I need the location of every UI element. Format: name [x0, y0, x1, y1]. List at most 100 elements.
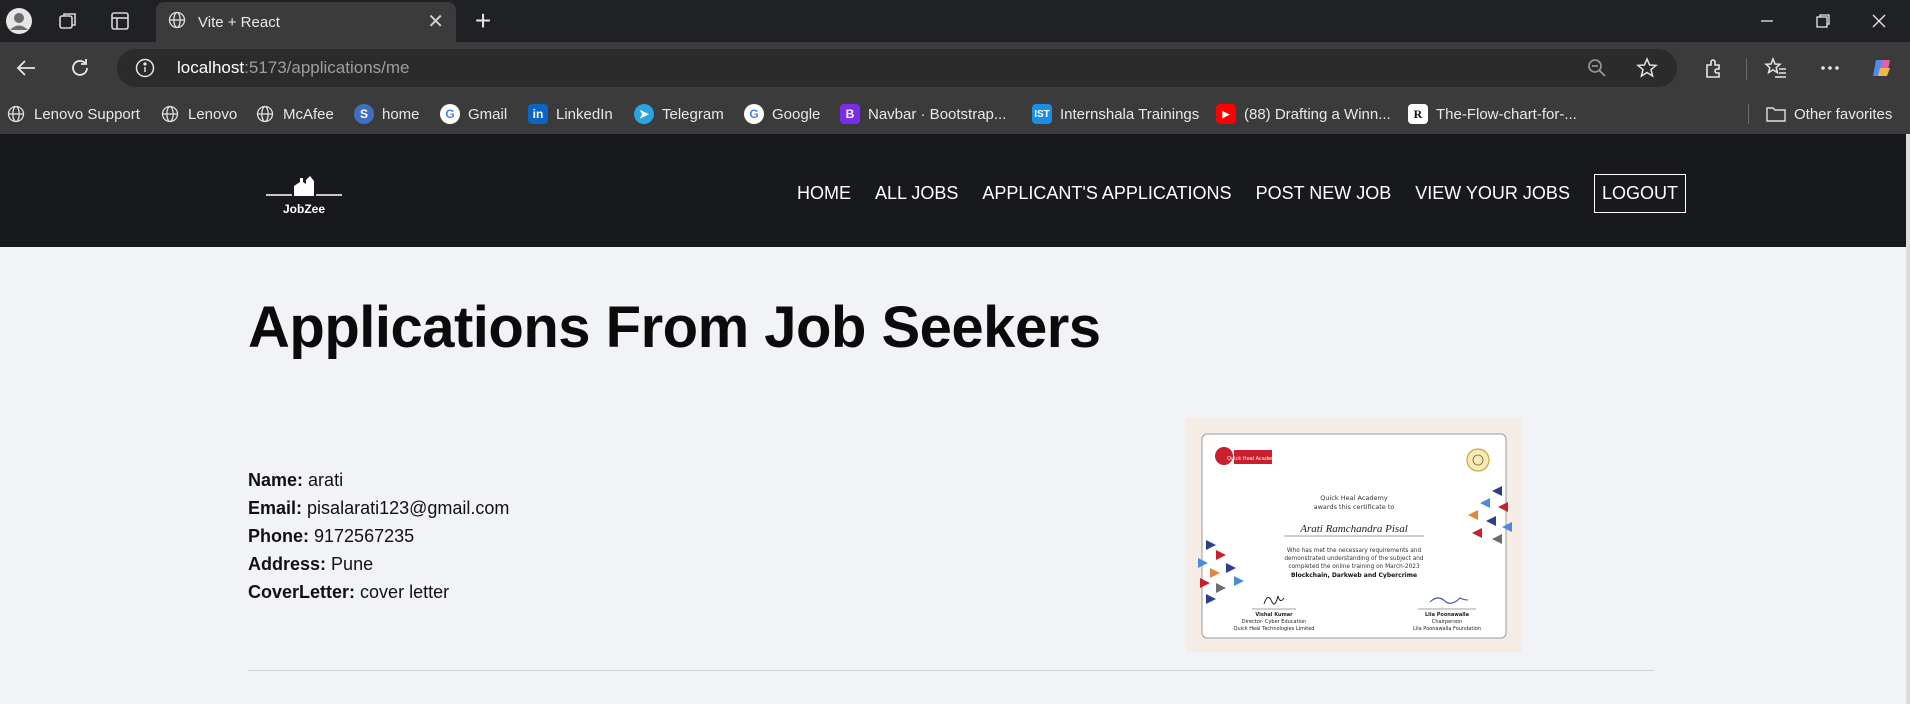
bookmark-bootstrap[interactable]: B Navbar · Bootstrap... [840, 102, 1006, 126]
bookmark-youtube[interactable]: ▶ (88) Drafting a Winn... [1216, 102, 1391, 126]
bookmark-label: The-Flow-chart-for-... [1436, 105, 1577, 123]
zoom-out-icon[interactable] [1585, 56, 1609, 80]
minimize-icon[interactable] [1744, 6, 1790, 36]
linkedin-icon: in [528, 104, 548, 124]
svg-text:Lila Poonawalla Foundation: Lila Poonawalla Foundation [1413, 626, 1481, 632]
svg-text:Quick Heal Academy: Quick Heal Academy [1227, 456, 1279, 462]
browser-tab-bar: Vite + React ✕ + [0, 0, 1910, 42]
close-window-icon[interactable] [1856, 6, 1902, 36]
site-navbar: JobZee HOME ALL JOBS APPLICANT'S APPLICA… [0, 134, 1906, 247]
globe-icon [6, 104, 26, 124]
back-arrow-icon[interactable] [10, 52, 42, 84]
logo-building-icon [266, 176, 342, 196]
applicant-cover-row: CoverLetter: cover letter [248, 578, 509, 606]
svg-text:Lila Poonawalla: Lila Poonawalla [1425, 612, 1469, 618]
bookmark-label: McAfee [283, 105, 334, 123]
bookmark-mcafee[interactable]: McAfee [255, 102, 334, 126]
svg-text:Vishal Kumar: Vishal Kumar [1255, 612, 1293, 618]
bookmark-label: Gmail [468, 105, 508, 123]
resume-image[interactable]: Quick Heal Academy Quick Heal Academy aw… [1186, 418, 1522, 652]
applicant-email: pisalarati123@gmail.com [307, 498, 510, 518]
page-viewport: JobZee HOME ALL JOBS APPLICANT'S APPLICA… [0, 134, 1906, 704]
other-favorites-label: Other favorites [1794, 105, 1893, 123]
cover-letter-label: CoverLetter: [248, 582, 356, 602]
profile-avatar-icon[interactable] [4, 6, 34, 36]
bookmark-label: Lenovo Support [34, 105, 140, 123]
globe-icon [160, 104, 180, 124]
bookmark-label: home [382, 105, 420, 123]
more-options-icon[interactable] [1814, 52, 1846, 84]
favorites-icon[interactable] [1760, 52, 1792, 84]
applicant-name: arati [308, 470, 344, 490]
folder-icon [1766, 104, 1786, 124]
site-info-icon[interactable] [135, 58, 155, 78]
bookmark-internshala[interactable]: IST Internshala Trainings [1032, 102, 1199, 126]
telegram-icon: ➤ [634, 104, 654, 124]
page-scrollbar[interactable] [1906, 134, 1910, 704]
applicant-cover-letter: cover letter [360, 582, 450, 602]
nav-home[interactable]: HOME [797, 183, 851, 204]
url-text[interactable]: localhost:5173/applications/me [177, 58, 410, 78]
svg-text:Director- Cyber Education: Director- Cyber Education [1242, 619, 1306, 625]
bootstrap-icon: B [840, 104, 860, 124]
address-label: Address: [248, 554, 327, 574]
bookmark-label: LinkedIn [556, 105, 613, 123]
main-menu: HOME ALL JOBS APPLICANT'S APPLICATIONS P… [797, 173, 1686, 213]
nav-view-your-jobs[interactable]: VIEW YOUR JOBS [1415, 183, 1570, 204]
bookmark-lenovo-support[interactable]: Lenovo Support [6, 102, 140, 126]
r-logo-icon: R [1408, 104, 1428, 124]
new-tab-icon[interactable]: + [468, 6, 498, 36]
svg-text:Quick Heal Technologies Limite: Quick Heal Technologies Limited [1234, 626, 1315, 632]
reload-icon[interactable] [64, 52, 96, 84]
other-favorites[interactable]: Other favorites [1766, 102, 1892, 126]
bookmark-label: Lenovo [188, 105, 238, 123]
globe-icon [168, 11, 186, 34]
browser-toolbar: localhost:5173/applications/me [0, 42, 1910, 94]
svg-text:Quick Heal Academy: Quick Heal Academy [1320, 494, 1388, 502]
applicant-email-row: Email: pisalarati123@gmail.com [248, 494, 509, 522]
favorite-star-icon[interactable] [1635, 56, 1659, 80]
bookmark-telegram[interactable]: ➤ Telegram [634, 102, 724, 126]
email-label: Email: [248, 498, 303, 518]
svg-text:awards this certificate to: awards this certificate to [1314, 503, 1395, 511]
address-bar[interactable]: localhost:5173/applications/me [117, 49, 1677, 87]
internshala-icon: IST [1032, 104, 1052, 124]
jobzee-logo[interactable]: JobZee [262, 172, 346, 220]
bookmark-label: (88) Drafting a Winn... [1244, 105, 1391, 123]
copilot-icon[interactable] [1866, 52, 1898, 84]
tab-actions-icon[interactable] [105, 6, 135, 36]
bookmark-label: Navbar · Bootstrap... [868, 105, 1007, 123]
applicant-address: Pune [331, 554, 374, 574]
workspaces-icon[interactable] [53, 6, 83, 36]
nav-post-new-job[interactable]: POST NEW JOB [1256, 183, 1392, 204]
nav-all-jobs[interactable]: ALL JOBS [875, 183, 958, 204]
bookmark-linkedin[interactable]: in LinkedIn [528, 102, 613, 126]
globe-icon [255, 104, 275, 124]
bookmark-flow-chart[interactable]: R The-Flow-chart-for-... [1408, 102, 1577, 126]
bookmark-google[interactable]: G Google [744, 102, 820, 126]
bookmark-gmail[interactable]: G Gmail [440, 102, 507, 126]
restore-icon[interactable] [1800, 6, 1846, 36]
logout-button[interactable]: LOGOUT [1593, 173, 1686, 213]
application-divider [248, 670, 1654, 671]
svg-text:Who has met the necessary requ: Who has met the necessary requirements a… [1287, 548, 1422, 554]
applicant-name-row: Name: arati [248, 466, 509, 494]
nav-applicants-applications[interactable]: APPLICANT'S APPLICATIONS [982, 183, 1231, 204]
application-details: Name: arati Email: pisalarati123@gmail.c… [248, 466, 509, 606]
applicant-address-row: Address: Pune [248, 550, 509, 578]
bookmark-label: Telegram [662, 105, 724, 123]
svg-text:demonstrated understanding of: demonstrated understanding of the subjec… [1284, 556, 1424, 562]
google-icon: G [440, 104, 460, 124]
bookmark-label: Google [772, 105, 821, 123]
browser-tab-active[interactable]: Vite + React ✕ [156, 2, 456, 42]
bookmark-lenovo[interactable]: Lenovo [160, 102, 237, 126]
logo-text: JobZee [282, 202, 325, 216]
phone-label: Phone: [248, 526, 309, 546]
bookmarks-divider [1748, 104, 1749, 124]
extensions-icon[interactable] [1698, 52, 1730, 84]
page-title: Applications From Job Seekers [248, 295, 1101, 360]
close-tab-icon[interactable]: ✕ [427, 12, 444, 32]
bookmarks-bar: Lenovo Support Lenovo McAfee S home G Gm… [0, 94, 1910, 134]
bookmark-label: Internshala Trainings [1060, 105, 1200, 123]
bookmark-home[interactable]: S home [354, 102, 420, 126]
